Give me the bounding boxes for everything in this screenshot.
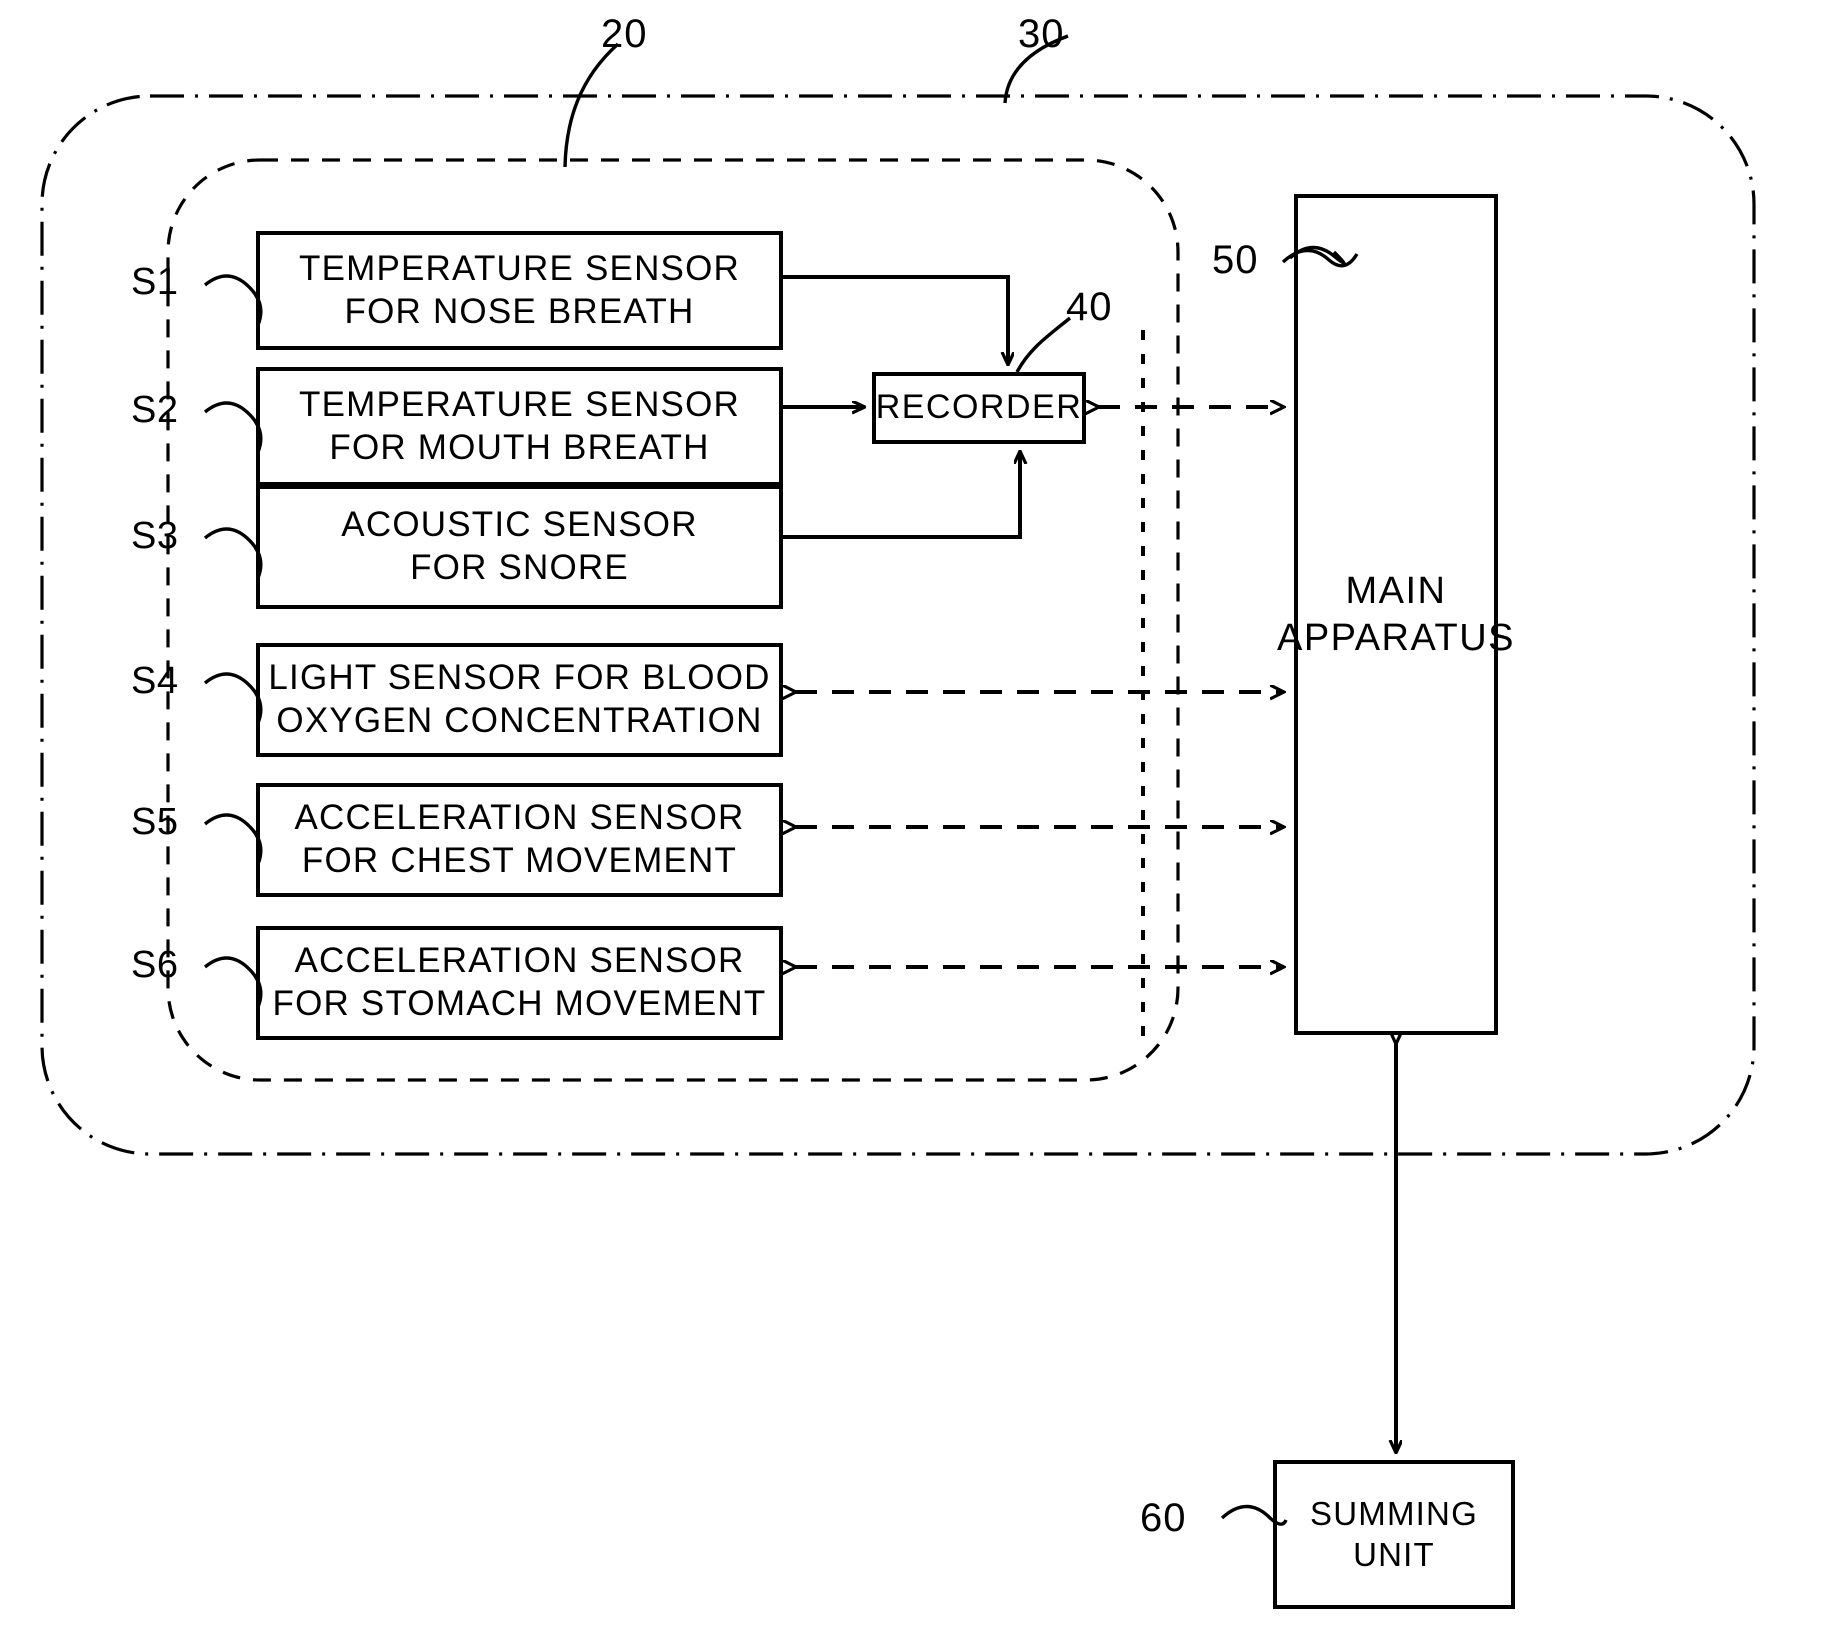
sensor-box-s5	[256, 783, 783, 897]
sensor-box-s3	[256, 485, 783, 609]
sensor-box-s2	[256, 367, 783, 486]
sensor-box-s4	[256, 643, 783, 757]
leader-squiggle-s2	[203, 401, 263, 453]
connector-s1-recorder	[781, 275, 1008, 364]
sensor-box-s1	[256, 231, 783, 350]
leader-squiggle-s3	[203, 527, 263, 579]
figure-canvas: 20 30 40 50 60 S1 S2 S3 S4 S5 S6 TEMPERA…	[0, 0, 1827, 1629]
connector-s3-recorder	[781, 452, 1020, 539]
summing-unit-box	[1273, 1460, 1515, 1609]
leader-line-30	[1003, 34, 1069, 104]
leader-squiggle-s6	[203, 956, 263, 1008]
recorder-box	[872, 372, 1086, 444]
diagram-svg	[40, 34, 1756, 1609]
leader-squiggle-s5	[203, 813, 263, 865]
main-apparatus-box	[1294, 194, 1498, 1035]
leader-line-20	[563, 42, 620, 168]
leader-squiggle-s4	[203, 672, 263, 724]
leader-line-40	[1015, 316, 1072, 373]
leader-squiggle-s1	[203, 274, 263, 326]
sensor-box-s6	[256, 926, 783, 1040]
